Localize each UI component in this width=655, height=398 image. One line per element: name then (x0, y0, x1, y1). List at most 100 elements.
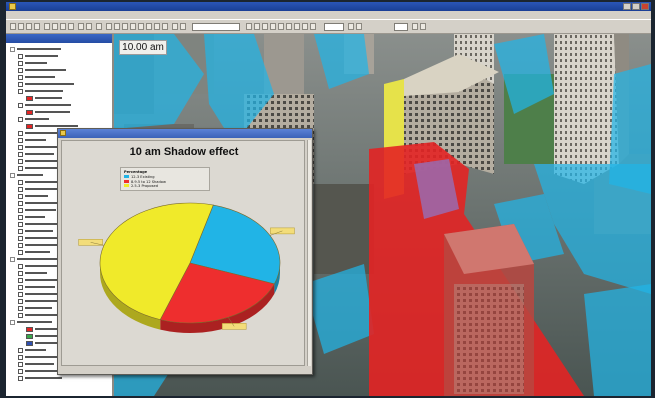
tool-icon[interactable] (310, 23, 316, 30)
toc-item[interactable] (18, 88, 63, 95)
redo-icon[interactable] (86, 23, 92, 30)
zoom-in-icon[interactable] (122, 23, 128, 30)
checkbox-icon[interactable] (18, 313, 23, 318)
toc-item[interactable] (18, 130, 57, 137)
checkbox-icon[interactable] (18, 145, 23, 150)
checkbox-icon[interactable] (18, 355, 23, 360)
full-extent-icon[interactable] (146, 23, 152, 30)
toc-item[interactable] (18, 214, 45, 221)
tool-icon[interactable] (294, 23, 300, 30)
toc-item[interactable] (18, 165, 62, 172)
toc-item[interactable] (18, 284, 55, 291)
checkbox-icon[interactable] (18, 159, 23, 164)
checkbox-icon[interactable] (18, 138, 23, 143)
vertical-scrollbar[interactable] (307, 140, 311, 366)
checkbox-icon[interactable] (18, 54, 23, 59)
checkbox-icon[interactable] (18, 222, 23, 227)
zoom-select[interactable] (324, 23, 344, 31)
number-select[interactable] (394, 23, 408, 31)
toc-item[interactable] (18, 102, 71, 109)
checkbox-icon[interactable] (18, 187, 23, 192)
toc-item[interactable] (18, 186, 59, 193)
pan-icon[interactable] (138, 23, 144, 30)
toc-item[interactable] (10, 319, 52, 326)
chart-window-title-bar[interactable] (58, 129, 312, 138)
toc-item[interactable] (10, 172, 43, 179)
checkbox-icon[interactable] (18, 292, 23, 297)
open-icon[interactable] (18, 23, 24, 30)
save-icon[interactable] (26, 23, 32, 30)
analysis-icon[interactable] (172, 23, 178, 30)
checkbox-icon[interactable] (18, 299, 23, 304)
toc-item[interactable] (18, 74, 55, 81)
tool-icon[interactable] (270, 23, 276, 30)
toc-item[interactable] (18, 270, 47, 277)
select-icon[interactable] (154, 23, 160, 30)
new-icon[interactable] (10, 23, 16, 30)
checkbox-icon[interactable] (18, 250, 23, 255)
tool-icon[interactable] (278, 23, 284, 30)
checkbox-icon[interactable] (18, 89, 23, 94)
toc-item[interactable] (18, 242, 61, 249)
print-icon[interactable] (34, 23, 40, 30)
toc-item[interactable] (18, 263, 58, 270)
checkbox-icon[interactable] (18, 180, 23, 185)
toc-item[interactable] (18, 193, 48, 200)
minimize-icon[interactable] (623, 3, 631, 10)
identify-icon[interactable] (162, 23, 168, 30)
checkbox-icon[interactable] (18, 103, 23, 108)
checkbox-icon[interactable] (18, 117, 23, 122)
checkbox-icon[interactable] (18, 131, 23, 136)
toc-item[interactable] (10, 46, 61, 53)
chart-window[interactable]: 10 am Shadow effect Percentage 12-3 Exis… (57, 128, 313, 375)
tool-icon[interactable] (254, 23, 260, 30)
zoom-out-icon[interactable] (130, 23, 136, 30)
layer-select[interactable] (192, 23, 240, 31)
checkbox-icon[interactable] (18, 215, 23, 220)
toc-item[interactable] (26, 95, 62, 102)
checkbox-icon[interactable] (18, 306, 23, 311)
checkbox-icon[interactable] (18, 229, 23, 234)
toggle-icon[interactable] (180, 23, 186, 30)
toc-item[interactable] (18, 60, 47, 67)
checkbox-icon[interactable] (18, 68, 23, 73)
tool-icon[interactable] (302, 23, 308, 30)
tool-icon[interactable] (262, 23, 268, 30)
checkbox-icon[interactable] (18, 61, 23, 66)
toc-item[interactable] (18, 81, 74, 88)
add-data-icon[interactable] (96, 23, 102, 30)
toc-item[interactable] (18, 207, 56, 214)
delete-icon[interactable] (68, 23, 74, 30)
toc-item[interactable] (26, 326, 59, 333)
tool-icon[interactable] (246, 23, 252, 30)
checkbox-icon[interactable] (18, 82, 23, 87)
cut-icon[interactable] (44, 23, 50, 30)
toc-item[interactable] (18, 67, 66, 74)
toc-item[interactable] (18, 361, 54, 368)
expand-icon[interactable] (10, 320, 15, 325)
expand-icon[interactable] (10, 47, 15, 52)
toc-item[interactable] (18, 151, 54, 158)
expand-icon[interactable] (10, 257, 15, 262)
checkbox-icon[interactable] (18, 152, 23, 157)
paste-icon[interactable] (60, 23, 66, 30)
checkbox-icon[interactable] (18, 194, 23, 199)
checkbox-icon[interactable] (18, 348, 23, 353)
tool-icon[interactable] (356, 23, 362, 30)
checkbox-icon[interactable] (18, 166, 23, 171)
toc-item[interactable] (18, 305, 52, 312)
toc-item[interactable] (18, 137, 46, 144)
copy-icon[interactable] (52, 23, 58, 30)
tool-icon[interactable] (286, 23, 292, 30)
checkbox-icon[interactable] (18, 75, 23, 80)
tool-icon[interactable] (420, 23, 426, 30)
maximize-icon[interactable] (632, 3, 640, 10)
checkbox-icon[interactable] (18, 236, 23, 241)
undo-icon[interactable] (78, 23, 84, 30)
fly-icon[interactable] (114, 23, 120, 30)
toc-item[interactable] (18, 228, 53, 235)
checkbox-icon[interactable] (18, 271, 23, 276)
toc-item[interactable] (10, 256, 61, 263)
checkbox-icon[interactable] (18, 201, 23, 206)
checkbox-icon[interactable] (18, 243, 23, 248)
